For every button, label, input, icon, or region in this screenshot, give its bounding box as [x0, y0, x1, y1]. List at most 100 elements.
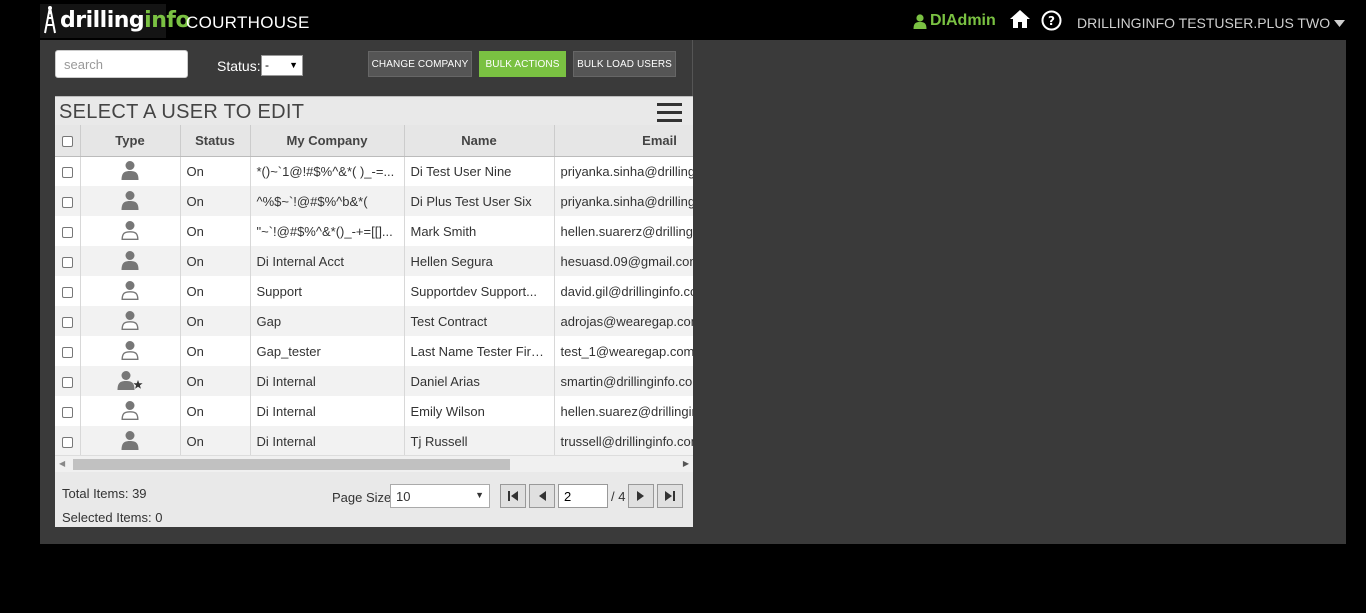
first-page-button[interactable] — [500, 484, 526, 508]
search-input[interactable] — [55, 50, 188, 78]
page-size-select[interactable]: 10 ▼ — [390, 484, 490, 508]
column-header-type[interactable]: Type — [80, 125, 181, 157]
row-checkbox[interactable] — [61, 286, 73, 298]
status-cell: On — [180, 156, 251, 186]
user-menu-label: DRILLINGINFO TESTUSER.PLUS TWO — [1077, 15, 1331, 31]
select-arrow-icon: ▼ — [289, 60, 298, 70]
bulk-actions-button[interactable]: BULK ACTIONS — [479, 51, 566, 77]
name-cell: Emily Wilson — [404, 396, 555, 426]
row-checkbox[interactable] — [61, 256, 73, 268]
user-type-cell — [80, 186, 181, 216]
table-row[interactable]: On Di Internal Tj Russell trussell@drilling… — [55, 426, 693, 455]
page-total: / 4 — [611, 489, 626, 504]
total-items: Total Items: 39 — [62, 486, 147, 501]
drillinginfo-logo[interactable]: drillinginfo — [40, 4, 191, 38]
status-cell: On — [180, 216, 251, 246]
home-icon[interactable] — [1009, 9, 1031, 29]
user-type-cell — [80, 426, 181, 455]
row-checkbox[interactable] — [61, 196, 73, 208]
user-type-cell — [80, 306, 181, 336]
status-cell: On — [180, 186, 251, 216]
company-cell: Support — [250, 276, 405, 306]
change-company-button[interactable]: CHANGE COMPANY — [368, 51, 472, 77]
column-header-email[interactable]: Email — [554, 125, 693, 157]
status-cell: On — [180, 276, 251, 306]
svg-text:?: ? — [1048, 14, 1055, 28]
admin-label: DIAdmin — [930, 12, 996, 29]
row-checkbox-cell — [55, 156, 81, 186]
grid-title-bar: SELECT A USER TO EDIT — [55, 96, 693, 126]
current-page-input[interactable] — [558, 484, 608, 508]
table-row[interactable]: On Support Supportdev Support... david.gil@… — [55, 276, 693, 306]
name-cell: Supportdev Support... — [404, 276, 555, 306]
horizontal-scrollbar[interactable]: ◀ ▶ — [55, 455, 693, 472]
table-row[interactable]: On Gap_tester Last Name Tester Firs... test… — [55, 336, 693, 366]
scrollbar-thumb[interactable] — [73, 459, 510, 470]
table-header-row: Type Status My Company Name Email — [55, 125, 693, 157]
bulk-load-users-button[interactable]: BULK LOAD USERS — [573, 51, 676, 77]
status-select-value: - — [265, 58, 269, 72]
row-checkbox[interactable] — [61, 346, 73, 358]
column-header-my-company[interactable]: My Company — [250, 125, 405, 157]
row-checkbox[interactable] — [61, 316, 73, 328]
grid-title: SELECT A USER TO EDIT — [59, 101, 305, 123]
row-checkbox-cell — [55, 246, 81, 276]
row-checkbox[interactable] — [61, 406, 73, 418]
table-row[interactable]: On Di Internal Emily Wilson hellen.suarez@d… — [55, 396, 693, 426]
email-cell: trussell@drillinginfo.com — [554, 426, 693, 455]
main-content: Status: - ▼ CHANGE COMPANY BULK ACTIONS … — [40, 40, 1346, 544]
table-row[interactable]: On ^%$~`!@#$%^b&*(Di Plus Test User Six pr… — [55, 186, 693, 216]
next-page-button[interactable] — [628, 484, 654, 508]
admin-link[interactable]: DIAdmin — [913, 12, 996, 30]
status-cell: On — [180, 336, 251, 366]
last-page-icon — [665, 491, 675, 501]
user-icon — [913, 13, 927, 29]
name-cell: Di Test User Nine — [404, 156, 555, 186]
user-type-cell — [80, 276, 181, 306]
scroll-right-icon[interactable]: ▶ — [683, 459, 689, 468]
users-table: Type Status My Company Name Email On *()~… — [55, 125, 693, 455]
table-row[interactable]: On Gap Test Contract adrojas@wearegap.com — [55, 306, 693, 336]
company-cell: "~`!@#$%^&*()_-+=[[]... — [250, 216, 405, 246]
email-cell: hellen.suarerz@drillinginfo.com — [554, 216, 693, 246]
select-all-checkbox[interactable] — [61, 135, 73, 147]
user-outline-icon — [120, 220, 140, 243]
email-cell: david.gil@drillinginfo.com — [554, 276, 693, 306]
column-header-status[interactable]: Status — [180, 125, 251, 157]
users-grid: SELECT A USER TO EDIT Type Status My Com… — [55, 96, 693, 527]
caret-down-icon — [1334, 19, 1346, 27]
table-row[interactable]: On "~`!@#$%^&*()_-+=[[]... Mark Smith helle… — [55, 216, 693, 246]
status-label: Status: — [217, 58, 261, 74]
user-list-panel: Status: - ▼ CHANGE COMPANY BULK ACTIONS … — [40, 40, 693, 527]
row-checkbox[interactable] — [61, 166, 73, 178]
company-cell: Di Internal Acct — [250, 246, 405, 276]
table-row[interactable]: On Di Internal Daniel Arias smartin@drillin… — [55, 366, 693, 396]
help-icon[interactable]: ? — [1041, 10, 1062, 31]
table-row[interactable]: On *()~`1@!#$%^&*( )_-=... Di Test User Ni… — [55, 156, 693, 186]
name-cell: Daniel Arias — [404, 366, 555, 396]
row-checkbox-cell — [55, 186, 81, 216]
user-menu[interactable]: DRILLINGINFO TESTUSER.PLUS TWO — [1077, 15, 1346, 31]
email-cell: priyanka.sinha@drillinginfo.com — [554, 186, 693, 216]
hamburger-menu-icon[interactable] — [657, 102, 682, 123]
row-checkbox[interactable] — [61, 376, 73, 388]
user-outline-icon — [120, 280, 140, 303]
column-header-name[interactable]: Name — [404, 125, 555, 157]
company-cell: *()~`1@!#$%^&*( )_-=... — [250, 156, 405, 186]
status-select[interactable]: - ▼ — [261, 55, 303, 76]
table-row[interactable]: On Di Internal Acct Hellen Segura hesuasd.0… — [55, 246, 693, 276]
user-type-cell — [80, 156, 181, 186]
first-page-icon — [508, 491, 518, 501]
row-checkbox[interactable] — [61, 436, 73, 448]
scroll-left-icon[interactable]: ◀ — [59, 459, 65, 468]
company-cell: ^%$~`!@#$%^b&*( — [250, 186, 405, 216]
user-admin-star-icon — [117, 370, 143, 393]
user-filled-icon — [120, 160, 140, 183]
status-cell: On — [180, 396, 251, 426]
row-checkbox[interactable] — [61, 226, 73, 238]
logo-text: drillinginfo — [60, 8, 191, 33]
user-filled-icon — [120, 250, 140, 273]
last-page-button[interactable] — [657, 484, 683, 508]
previous-page-button[interactable] — [529, 484, 555, 508]
company-cell: Di Internal — [250, 426, 405, 455]
